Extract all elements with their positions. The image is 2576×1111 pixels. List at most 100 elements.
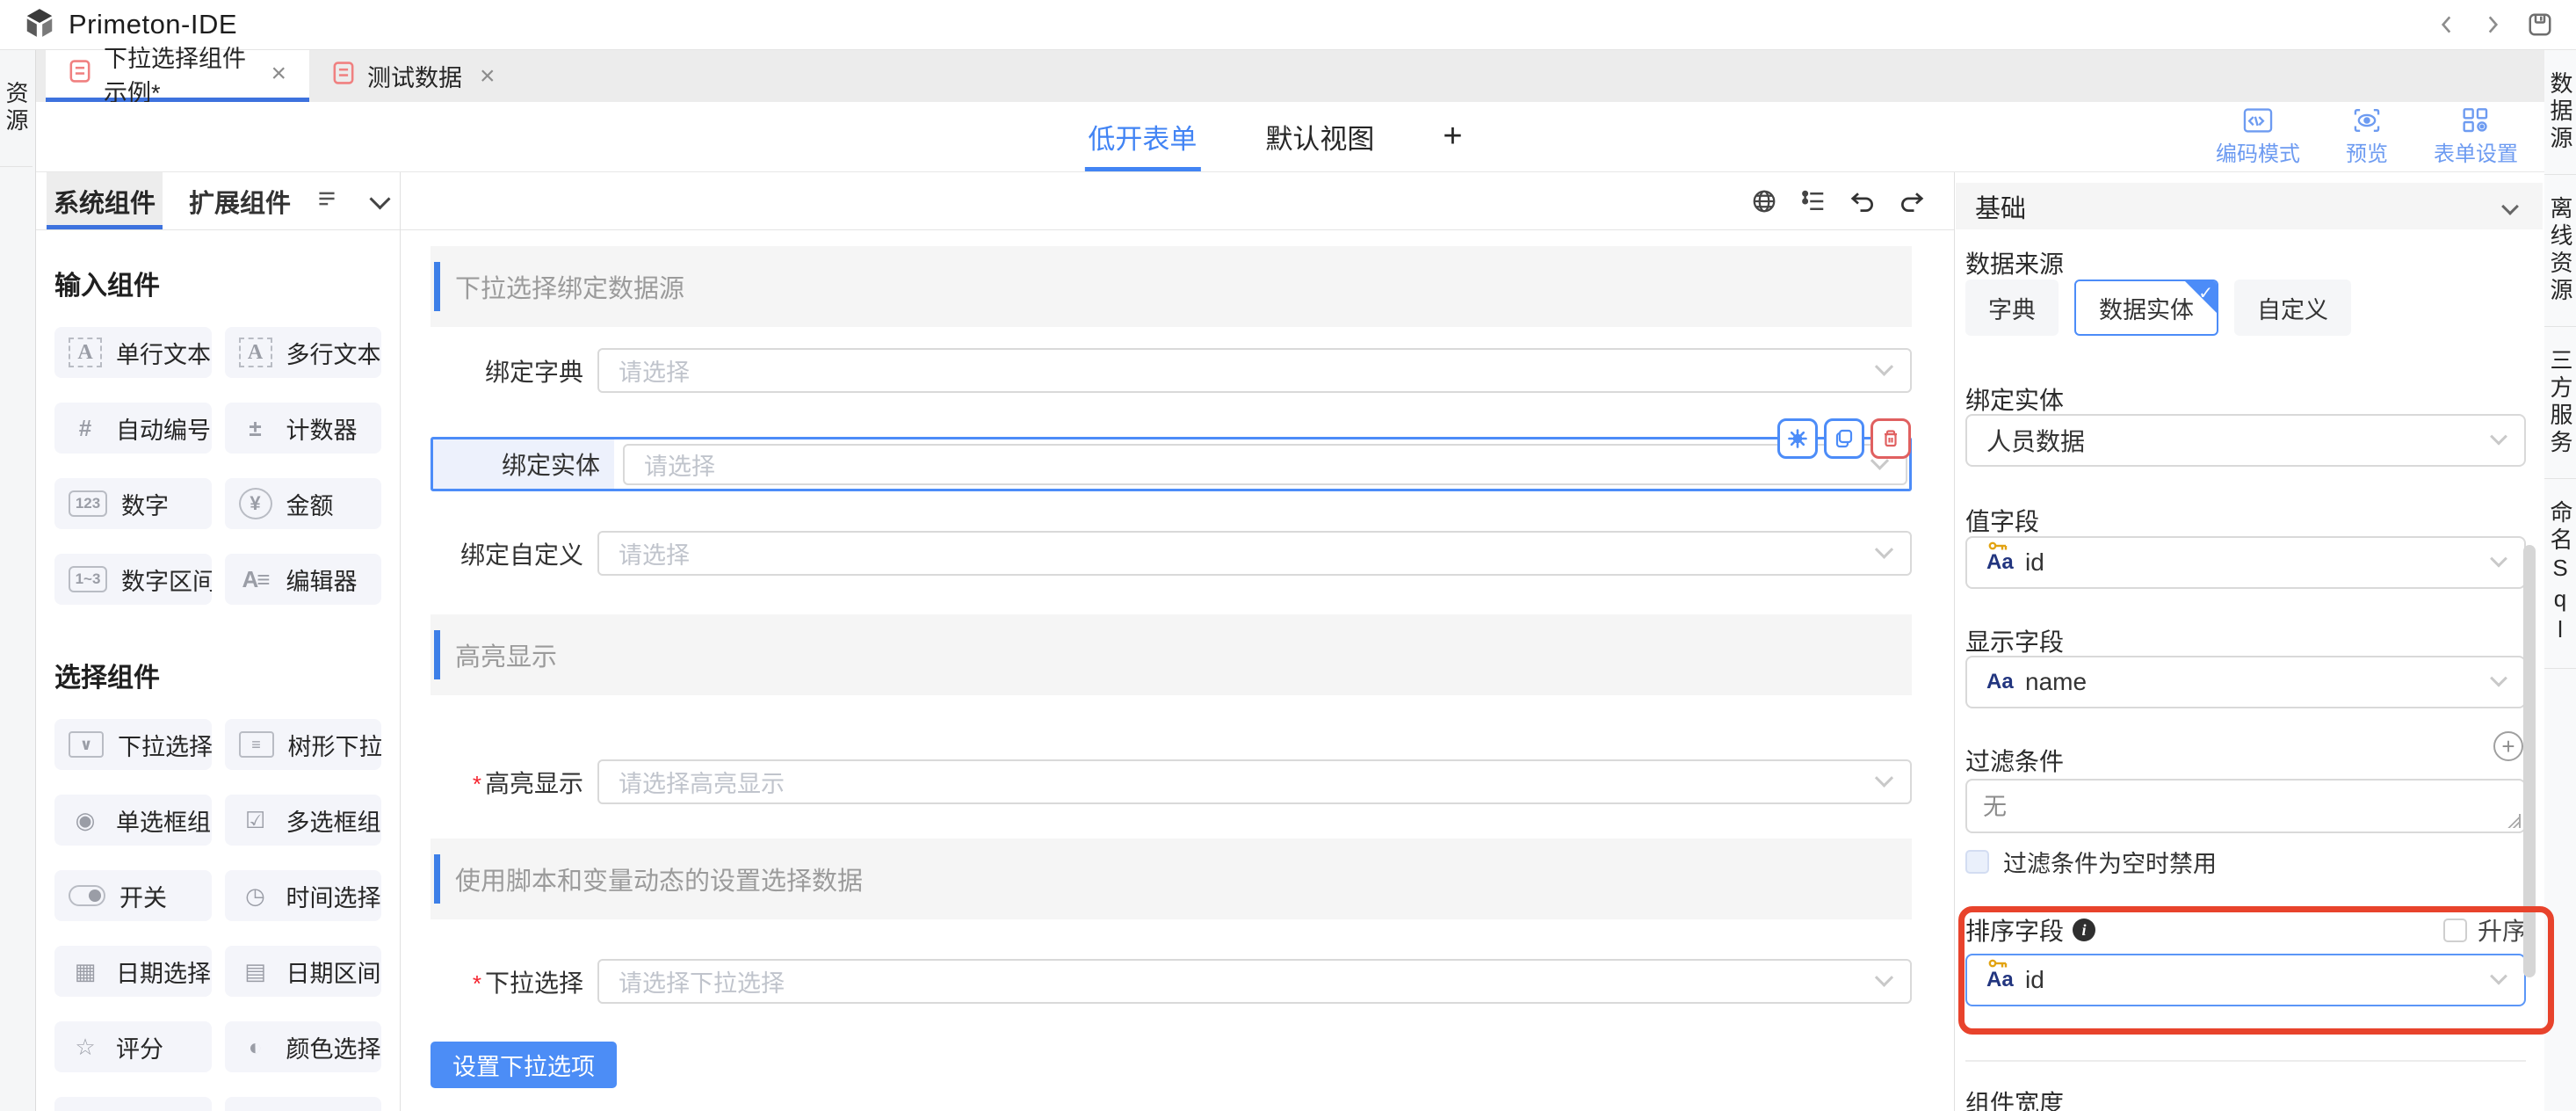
- palette-item[interactable]: A 多行文本: [225, 327, 382, 378]
- dropdown-value: id: [2025, 548, 2044, 577]
- palette-item[interactable]: 1~3 数字区间: [54, 554, 212, 605]
- dropdown-value: name: [2025, 668, 2087, 696]
- option-custom[interactable]: 自定义: [2234, 280, 2351, 336]
- doc-tab-label: 测试数据: [367, 59, 462, 93]
- data-source-options: 字典 数据实体 ✓ 自定义: [1965, 280, 2351, 336]
- check-icon: ✓: [2198, 282, 2213, 304]
- value-field-dropdown[interactable]: Aa id: [1965, 536, 2526, 589]
- bind-custom-select[interactable]: 请选择: [597, 531, 1912, 576]
- palette-item-label: 日期选择: [116, 955, 211, 989]
- date-range-icon: ▤: [239, 956, 272, 986]
- option-dictionary[interactable]: 字典: [1965, 280, 2059, 336]
- palette-item[interactable]: ↥ 附件上传: [54, 1097, 212, 1111]
- nav-forward-icon[interactable]: [2481, 13, 2504, 36]
- dropdown-select[interactable]: 请选择下拉选择: [597, 959, 1912, 1004]
- add-filter-button[interactable]: +: [2493, 731, 2523, 761]
- palette-item[interactable]: ☑ 多选框组: [225, 795, 382, 846]
- field-row-highlight: *高亮显示 请选择高亮显示: [431, 759, 1912, 804]
- palette-item[interactable]: ◷ 时间选择: [225, 870, 382, 921]
- palette-item-label: 金额: [286, 487, 334, 521]
- option-data-entity[interactable]: 数据实体 ✓: [2074, 280, 2218, 336]
- bind-entity-select[interactable]: 请选择: [623, 444, 1907, 485]
- filter-empty-disable-row: 过滤条件为空时禁用: [1965, 845, 2217, 879]
- palette-item-label: 时间选择: [286, 879, 381, 913]
- doc-tab-dropdown-example[interactable]: 下拉选择组件示例* ×: [46, 50, 309, 102]
- doc-tab-test-data[interactable]: 测试数据 ×: [309, 50, 518, 102]
- form-settings-label: 表单设置: [2434, 136, 2518, 167]
- app-title: Primeton-IDE: [69, 9, 237, 40]
- close-icon[interactable]: ×: [480, 63, 496, 90]
- palette-item[interactable]: # 自动编号: [54, 403, 212, 454]
- palette-item[interactable]: ± 计数器: [225, 403, 382, 454]
- sort-field-row: 排序字段 i 升序: [1965, 912, 2527, 948]
- select-placeholder: 请选择: [644, 447, 715, 482]
- palette-item[interactable]: ▦ 日期选择: [54, 946, 212, 997]
- tab-lowcode-form[interactable]: 低开表单: [1088, 102, 1197, 171]
- chevron-down-icon: [2490, 428, 2507, 446]
- palette-item[interactable]: ▣ 图片: [225, 1097, 382, 1111]
- tab-default-view[interactable]: 默认视图: [1265, 102, 1374, 171]
- add-view-button[interactable]: +: [1443, 118, 1462, 156]
- palette-collapse-chevron-icon[interactable]: [373, 192, 387, 211]
- field-copy-button[interactable]: [1824, 418, 1864, 459]
- palette-body: 输入组件 A 单行文本 A 多行文本 # 自动编号 ± 计数器 123 数字 ¥…: [36, 264, 400, 1111]
- globe-icon[interactable]: [1751, 188, 1777, 214]
- section-bar-datasource: 下拉选择绑定数据源: [431, 246, 1912, 327]
- right-strip-tab[interactable]: 数据源: [2544, 50, 2576, 175]
- palette-item[interactable]: ≡ 树形下拉: [225, 719, 382, 770]
- props-section-basic[interactable]: 基础: [1956, 183, 2543, 229]
- sort-field-dropdown[interactable]: Aa id: [1965, 954, 2526, 1006]
- bind-entity-label: 绑定实体: [1965, 381, 2064, 417]
- nav-back-icon[interactable]: [2435, 13, 2458, 36]
- checkbox-label: 过滤条件为空时禁用: [2003, 845, 2217, 879]
- palette-item-label: 数字: [121, 487, 169, 521]
- left-sidebar-strip: 资源: [0, 50, 36, 1111]
- palette-item[interactable]: ▤ 日期区间: [225, 946, 382, 997]
- code-mode-button[interactable]: 编码模式: [2216, 107, 2300, 167]
- field-settings-button[interactable]: [1777, 418, 1818, 459]
- filter-empty-disable-checkbox[interactable]: [1965, 850, 1989, 874]
- filter-condition-textarea[interactable]: 无: [1965, 779, 2526, 833]
- palette-item[interactable]: ◉ 单选框组: [54, 795, 212, 846]
- bind-entity-dropdown[interactable]: 人员数据: [1965, 414, 2526, 467]
- set-dropdown-options-button[interactable]: 设置下拉选项: [431, 1042, 617, 1088]
- form-settings-button[interactable]: 表单设置: [2434, 107, 2518, 167]
- highlight-select[interactable]: 请选择高亮显示: [597, 759, 1912, 804]
- display-field-dropdown[interactable]: Aa name: [1965, 656, 2526, 708]
- field-row-bind-entity-selected[interactable]: 绑定实体 请选择: [431, 437, 1912, 491]
- palette-item-label: 编辑器: [286, 563, 358, 597]
- field-label: 绑定字典: [431, 353, 597, 388]
- outline-tree-icon[interactable]: [1800, 188, 1827, 214]
- palette-item[interactable]: ◐ 颜色选择: [225, 1021, 382, 1072]
- field-delete-button[interactable]: [1870, 418, 1911, 459]
- redo-icon[interactable]: [1899, 188, 1925, 214]
- ascending-checkbox[interactable]: [2443, 919, 2467, 942]
- right-strip-tab[interactable]: 离线资源: [2544, 175, 2576, 327]
- amount-icon: ¥: [239, 488, 272, 519]
- panel-scrollbar[interactable]: [2523, 545, 2536, 977]
- required-asterisk: *: [473, 771, 481, 797]
- field-label: 绑定实体: [433, 439, 614, 489]
- palette-item[interactable]: 123 数字: [54, 478, 212, 529]
- palette-list-view-icon[interactable]: [317, 190, 336, 212]
- palette-item[interactable]: A≡ 编辑器: [225, 554, 382, 605]
- preview-button[interactable]: 预览: [2346, 107, 2388, 167]
- right-strip-tab[interactable]: 三方服务: [2544, 327, 2576, 479]
- bind-dictionary-select[interactable]: 请选择: [597, 348, 1912, 393]
- palette-item[interactable]: 开关: [54, 870, 212, 921]
- info-icon[interactable]: i: [2073, 919, 2095, 941]
- key-field-icon: Aa: [1986, 969, 2025, 991]
- palette-item[interactable]: A 单行文本: [54, 327, 212, 378]
- resize-handle[interactable]: [2507, 814, 2521, 828]
- tab-extension-components[interactable]: 扩展组件: [182, 172, 298, 229]
- tab-system-components[interactable]: 系统组件: [47, 172, 163, 229]
- close-icon[interactable]: ×: [271, 61, 286, 87]
- palette-item[interactable]: ∨ 下拉选择: [54, 719, 212, 770]
- right-strip-tab[interactable]: 命名Sql: [2544, 479, 2576, 669]
- undo-icon[interactable]: [1849, 188, 1876, 214]
- palette-item[interactable]: ☆ 评分: [54, 1021, 212, 1072]
- palette-item[interactable]: ¥ 金额: [225, 478, 382, 529]
- component-width-label: 组件宽度: [1965, 1085, 2064, 1111]
- save-icon[interactable]: [2527, 11, 2553, 38]
- sidebar-item-resources[interactable]: 资源: [0, 50, 33, 167]
